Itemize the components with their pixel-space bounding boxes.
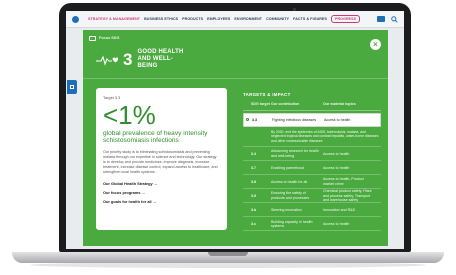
radio-icon[interactable] [246,117,250,121]
goal-number: 3 [123,50,133,69]
table-row[interactable]: 3.8 Access to health for all Access to h… [243,175,381,190]
table-row[interactable]: 3.7 Enabling parenthood Access to health [243,161,381,176]
row-contribution: Access to health for all [271,179,308,184]
table-row[interactable]: 3.c Building capacity in health systems … [243,217,381,232]
row-target: 3.b [251,207,257,212]
row-topic: Access to health [323,151,350,156]
targets-table: SDG target Our contribution Our material… [243,102,381,232]
search-icon[interactable] [391,15,398,23]
row-target: 3.3 [252,117,257,122]
nav-item-progress[interactable]: PROGRESS [330,15,361,23]
laptop-mockup: STRATEGY & MANAGEMENT BUSINESS ETHICS PR… [0,0,456,275]
row-topic: Innovation and R&D [323,207,356,212]
row-contribution: Advancing research for health and well-b… [271,149,319,158]
side-tab-button[interactable] [67,80,77,94]
book-icon [70,85,74,89]
goal-header: 3 GOOD HEALTH AND WELL-BEING [96,49,189,70]
row-target: 3.c [251,221,256,226]
target-description: By 2030, end the epidemics of AIDS, tube… [243,127,381,148]
row-target: 3.4 [251,151,256,156]
table-row[interactable]: 3.4 Advancing research for health and we… [243,147,381,162]
row-target: 3.9 [251,193,256,198]
nav-item-community[interactable]: COMMUNITY [266,17,289,21]
header-material-topics: Our material topics [323,102,356,106]
row-target: 3.8 [251,179,256,184]
focus-icon [89,35,96,41]
laptop-notch [208,252,248,256]
nav-item-employees[interactable]: EMPLOYEES [207,17,230,21]
row-contribution: Fighting infectious diseases [272,117,317,122]
nav-item-products[interactable]: PRODUCTS [182,17,203,21]
targets-panel-title: TARGETS & IMPACT [243,92,291,97]
brand-logo-icon[interactable] [72,15,79,23]
heartbeat-icon [96,54,118,66]
focus-tag: Focus SDG [89,34,119,42]
link-global-health-strategy[interactable]: Our Global Health Strategy → [103,181,220,186]
close-button[interactable]: × [370,39,381,50]
row-contribution: Ensuring the safety of products and proc… [271,191,310,200]
card-links: Our Global Health Strategy → Our focus p… [103,181,220,204]
row-contribution: Enabling parenthood [271,165,305,170]
nav-item-facts-figures[interactable]: FACTS & FIGURES [293,17,327,21]
big-stat: <1% [103,100,156,130]
target-card: Target 3.3 <1% global prevalence of heav… [96,88,227,230]
nav-item-environment[interactable]: ENVIRONMENT [234,17,262,21]
stat-description: global prevalence of heavy intensity sch… [103,130,208,145]
header-divider [83,78,388,79]
row-topic: Access to health [323,221,350,226]
screen: STRATEGY & MANAGEMENT BUSINESS ETHICS PR… [66,11,404,249]
link-focus-programs[interactable]: Our focus programs → [103,190,220,195]
header-sdg-target: SDG target [251,102,270,106]
nav-icons [377,15,398,23]
top-navigation: STRATEGY & MANAGEMENT BUSINESS ETHICS PR… [66,11,404,28]
row-topic: Access to health [323,165,350,170]
nav-links: STRATEGY & MANAGEMENT BUSINESS ETHICS PR… [88,15,361,23]
row-contribution: Steering innovation [271,207,302,212]
focus-tag-label: Focus SDG [99,36,120,40]
table-row[interactable]: 3.3 Fighting infectious diseases Access … [243,113,381,127]
sdg-modal: Focus SDG × 3 GOOD HEALTH AND WELL-BEING… [83,30,388,246]
table-row[interactable]: 3.9 Ensuring the safety of products and … [243,189,381,204]
goal-title: GOOD HEALTH AND WELL-BEING [137,49,184,69]
row-topic: Access to health, Product market crime [323,177,364,186]
link-goals-health-for-all[interactable]: Our goals for health for all → [103,199,220,204]
chat-icon[interactable] [377,16,385,22]
row-topic: Access to health [324,117,351,122]
row-target: 3.7 [251,165,256,170]
card-body-text: Our priority study is to eliminating sch… [103,150,218,175]
row-contribution: Building capacity in health systems [271,219,313,228]
nav-item-strategy[interactable]: STRATEGY & MANAGEMENT [88,17,140,21]
header-contribution: Our contribution [271,102,300,106]
table-header: SDG target Our contribution Our material… [243,102,381,111]
nav-item-business-ethics[interactable]: BUSINESS ETHICS [144,17,178,21]
table-row[interactable]: 3.b Steering innovation Innovation and R… [243,203,381,218]
row-topic: Chemical product safety, Plant and proce… [323,189,372,203]
